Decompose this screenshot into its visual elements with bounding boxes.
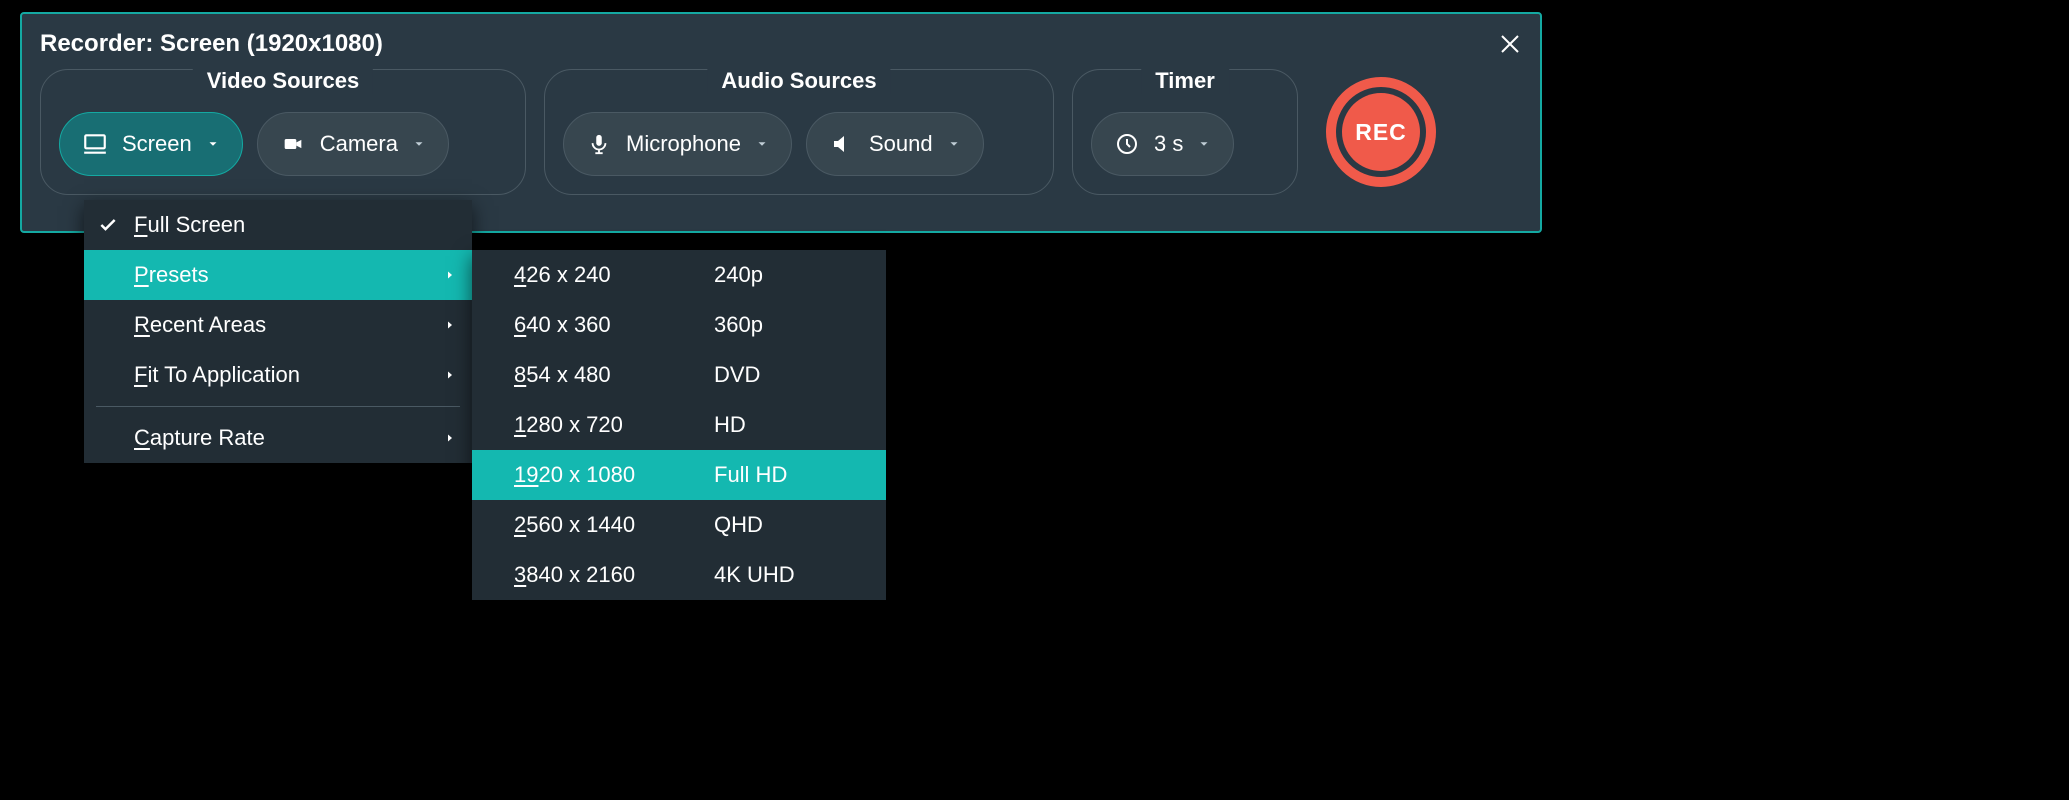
screen-menu: Full Screen Presets Recent Areas Fit To …	[84, 200, 472, 463]
menu-label: Fit To Application	[134, 362, 300, 388]
chevron-down-icon	[755, 137, 769, 151]
preset-name: 240p	[714, 262, 763, 288]
menu-item-fit-to-application[interactable]: Fit To Application	[84, 350, 472, 400]
chevron-right-icon	[444, 269, 456, 281]
preset-name: 360p	[714, 312, 763, 338]
window-title: Recorder: Screen (1920x1080)	[40, 30, 383, 58]
speaker-icon	[829, 131, 855, 157]
microphone-label: Microphone	[626, 131, 741, 157]
menu-item-recent-areas[interactable]: Recent Areas	[84, 300, 472, 350]
group-audio-sources: Audio Sources Microphone Sound	[544, 69, 1054, 195]
preset-item[interactable]: 854 x 480DVD	[472, 350, 886, 400]
menu-item-capture-rate[interactable]: Capture Rate	[84, 413, 472, 463]
chevron-right-icon	[444, 432, 456, 444]
group-label-video: Video Sources	[193, 68, 373, 94]
group-label-timer: Timer	[1141, 68, 1229, 94]
checkmark-icon	[98, 215, 118, 235]
preset-item[interactable]: 640 x 360360p	[472, 300, 886, 350]
chevron-down-icon	[1197, 137, 1211, 151]
group-label-audio: Audio Sources	[707, 68, 890, 94]
preset-item[interactable]: 426 x 240240p	[472, 250, 886, 300]
timer-dropdown[interactable]: 3 s	[1091, 112, 1234, 176]
monitor-icon	[82, 131, 108, 157]
record-button[interactable]: REC	[1326, 77, 1436, 187]
chevron-down-icon	[412, 137, 426, 151]
preset-resolution: 3840 x 2160	[514, 562, 714, 588]
preset-resolution: 854 x 480	[514, 362, 714, 388]
preset-item[interactable]: 1280 x 720HD	[472, 400, 886, 450]
preset-name: 4K UHD	[714, 562, 795, 588]
camera-icon	[280, 131, 306, 157]
close-icon[interactable]	[1498, 32, 1522, 56]
camera-label: Camera	[320, 131, 398, 157]
record-area: REC	[1316, 69, 1446, 195]
group-video-sources: Video Sources Screen Camera	[40, 69, 526, 195]
timer-value: 3 s	[1154, 131, 1183, 157]
preset-item[interactable]: 3840 x 21604K UHD	[472, 550, 886, 600]
menu-label: Capture Rate	[134, 425, 265, 451]
preset-item[interactable]: 2560 x 1440QHD	[472, 500, 886, 550]
sound-source-dropdown[interactable]: Sound	[806, 112, 984, 176]
microphone-source-dropdown[interactable]: Microphone	[563, 112, 792, 176]
menu-item-full-screen[interactable]: Full Screen	[84, 200, 472, 250]
preset-item[interactable]: 1920 x 1080Full HD	[472, 450, 886, 500]
preset-name: DVD	[714, 362, 760, 388]
preset-name: Full HD	[714, 462, 787, 488]
screen-label: Screen	[122, 131, 192, 157]
preset-resolution: 1920 x 1080	[514, 462, 714, 488]
preset-resolution: 1280 x 720	[514, 412, 714, 438]
chevron-down-icon	[206, 137, 220, 151]
chevron-right-icon	[444, 369, 456, 381]
microphone-icon	[586, 131, 612, 157]
chevron-right-icon	[444, 319, 456, 331]
clock-icon	[1114, 131, 1140, 157]
preset-resolution: 2560 x 1440	[514, 512, 714, 538]
screen-source-dropdown[interactable]: Screen	[59, 112, 243, 176]
preset-name: HD	[714, 412, 746, 438]
preset-resolution: 426 x 240	[514, 262, 714, 288]
group-timer: Timer 3 s	[1072, 69, 1298, 195]
sections-row: Video Sources Screen Camera Audio Source…	[22, 69, 1540, 211]
menu-label: Presets	[134, 262, 209, 288]
preset-name: QHD	[714, 512, 763, 538]
titlebar: Recorder: Screen (1920x1080)	[22, 14, 1540, 69]
camera-source-dropdown[interactable]: Camera	[257, 112, 449, 176]
sound-label: Sound	[869, 131, 933, 157]
menu-separator	[96, 406, 460, 407]
menu-label: Recent Areas	[134, 312, 266, 338]
menu-item-presets[interactable]: Presets	[84, 250, 472, 300]
preset-resolution: 640 x 360	[514, 312, 714, 338]
presets-submenu: 426 x 240240p640 x 360360p854 x 480DVD12…	[472, 250, 886, 600]
menu-label: Full Screen	[134, 212, 245, 238]
chevron-down-icon	[947, 137, 961, 151]
record-label: REC	[1342, 93, 1420, 171]
